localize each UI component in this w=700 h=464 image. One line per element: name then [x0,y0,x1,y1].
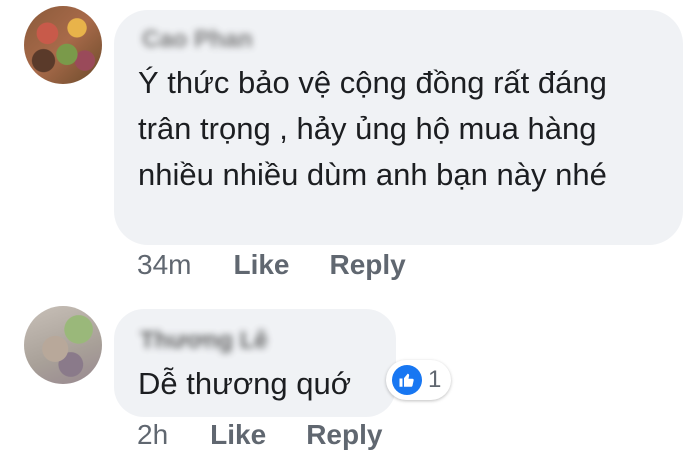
comment-bubble: Cao Phan Ý thức bảo vệ cộng đồng rất đán… [114,10,683,245]
comment-timestamp[interactable]: 2h [137,419,168,451]
avatar[interactable] [24,306,102,384]
comment-bubble: Thương Lê Dễ thương quớ [114,309,396,417]
reaction-count: 1 [428,366,442,393]
comment-actions: 2h Like Reply [137,419,382,451]
comment-author-name[interactable]: Thương Lê [140,327,268,355]
comment-thread: Cao Phan Ý thức bảo vệ cộng đồng rất đán… [0,0,700,464]
comment-author-name[interactable]: Cao Phan [142,26,253,54]
thumbs-up-icon [392,365,422,395]
like-button[interactable]: Like [210,419,266,451]
comment-text: Dễ thương quớ [138,366,352,401]
reaction-summary[interactable]: 1 [386,360,452,400]
comment-timestamp[interactable]: 34m [137,249,191,281]
comment-actions: 34m Like Reply [137,249,406,281]
like-button[interactable]: Like [233,249,289,281]
reply-button[interactable]: Reply [306,419,382,451]
comment-text: Ý thức bảo vệ cộng đồng rất đáng trân tr… [138,65,607,192]
reply-button[interactable]: Reply [330,249,406,281]
avatar[interactable] [24,6,102,84]
